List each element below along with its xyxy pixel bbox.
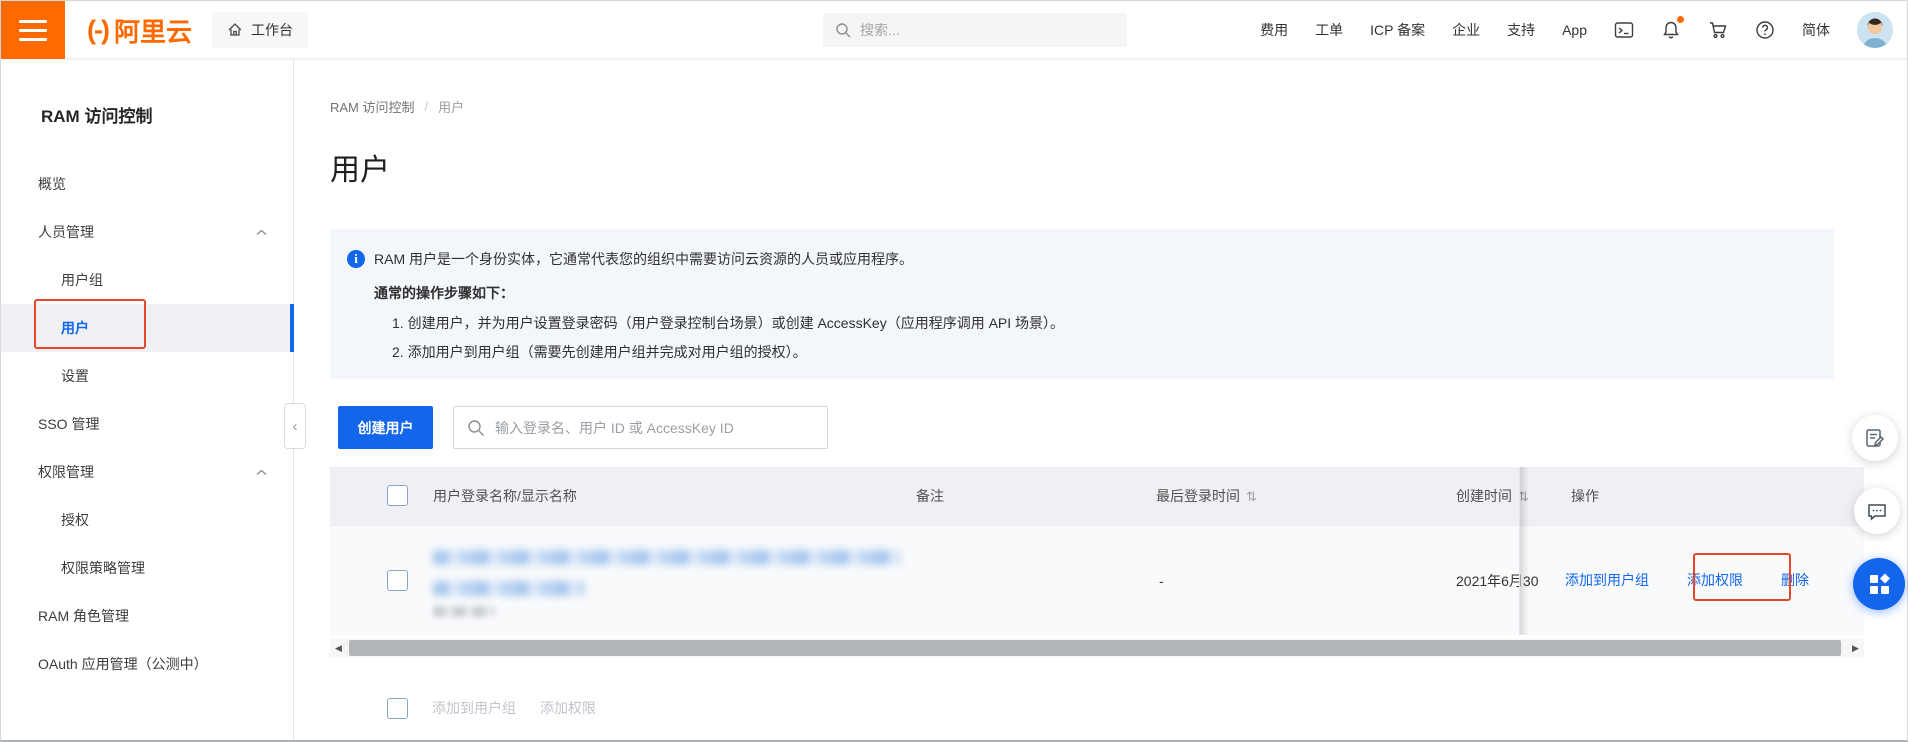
ram-console-users-page: { "navbar": { "brand": "阿里云", "workbench… [0, 0, 1908, 742]
info-banner: i RAM 用户是一个身份实体，它通常代表您的组织中需要访问云资源的人员或应用程… [330, 229, 1834, 379]
nav-link-support[interactable]: 支持 [1507, 20, 1535, 40]
add-to-group-link[interactable]: 添加到用户组 [1565, 570, 1649, 590]
info-icon: i [347, 250, 365, 268]
sidebar-title: RAM 访问控制 [41, 107, 153, 126]
cell-last-login: - [1159, 573, 1164, 589]
user-search-box [453, 406, 828, 449]
sidebar-item-overview[interactable]: 概览 [1, 160, 293, 208]
global-search-input[interactable] [860, 22, 1115, 38]
info-steps-title: 通常的操作步骤如下： [374, 285, 514, 301]
info-step-2: 2. 添加用户到用户组（需要先创建用户组并完成对用户组的授权）。 [392, 344, 807, 360]
sidebar-item-permissions[interactable]: 权限管理 [1, 448, 293, 496]
scroll-left-arrow[interactable]: ◀ [330, 639, 347, 657]
sidebar-item-sso[interactable]: SSO 管理 [1, 400, 293, 448]
chevron-left-icon: ‹ [292, 417, 298, 435]
help-icon[interactable] [1755, 20, 1775, 40]
col-header-created: 创建时间 ⇅ [1456, 467, 1529, 525]
row-checkbox[interactable] [387, 570, 408, 591]
chevron-up-icon [256, 469, 267, 476]
scroll-right-arrow[interactable]: ▶ [1847, 639, 1864, 657]
workbench-button[interactable]: 工作台 [212, 12, 308, 48]
console-widget-button[interactable] [1853, 558, 1905, 610]
nav-link-billing[interactable]: 费用 [1260, 20, 1288, 40]
col-header-last-login: 最后登录时间 ⇅ [1156, 467, 1257, 525]
breadcrumb-current: 用户 [438, 100, 465, 115]
col-header-actions: 操作 [1571, 488, 1599, 504]
batch-add-to-group[interactable]: 添加到用户组 [432, 698, 516, 718]
survey-feedback-button[interactable] [1852, 415, 1898, 461]
search-icon [835, 22, 852, 39]
sidebar-item-users[interactable]: 用户 [1, 304, 294, 352]
notification-dot [1677, 16, 1684, 23]
sidebar-item-grants[interactable]: 授权 [1, 496, 293, 544]
delete-user-link[interactable]: 删除 [1781, 570, 1809, 590]
home-icon [227, 22, 243, 38]
main-content: RAM 访问控制 / 用户 用户 i RAM 用户是一个身份实体，它通常代表您的… [284, 59, 1907, 740]
global-search-box [823, 13, 1127, 47]
chat-bubble-icon [1866, 500, 1888, 522]
sidebar-item-settings[interactable]: 设置 [1, 352, 293, 400]
nav-link-tickets[interactable]: 工单 [1315, 20, 1343, 40]
batch-select-checkbox[interactable] [387, 697, 408, 719]
sort-icon[interactable]: ⇅ [1246, 468, 1257, 526]
aliyun-logo-icon: (-) [87, 14, 110, 45]
cart-icon[interactable] [1708, 20, 1728, 40]
chevron-up-icon [256, 229, 267, 236]
aliyun-logo[interactable]: (-) 阿里云 [87, 1, 192, 59]
search-icon [467, 419, 485, 437]
sidebar-item-policies[interactable]: 权限策略管理 [1, 544, 293, 592]
widget-grid-icon [1867, 572, 1891, 596]
chat-support-button[interactable] [1854, 488, 1900, 534]
table-row: - 2021年6月30 添加到用户组 添加权限 删除 [330, 525, 1864, 635]
workbench-label: 工作台 [251, 22, 293, 38]
aliyun-logo-text: 阿里云 [113, 16, 192, 47]
sidebar-item-ram-roles[interactable]: RAM 角色管理 [1, 592, 293, 640]
sidebar-nav: 概览 人员管理 用户组 用户 设置 SSO 管理 权限管理 授权 权限策略管理 … [1, 160, 294, 688]
nav-link-icp[interactable]: ICP 备案 [1370, 20, 1425, 40]
select-all-checkbox[interactable] [387, 485, 408, 506]
batch-action-bar: 添加到用户组 添加权限 [387, 697, 596, 719]
col-header-login-name: 用户登录名称/显示名称 [433, 488, 577, 504]
info-step-1: 1. 创建用户，并为用户设置登录密码（用户登录控制台场景）或创建 AccessK… [392, 315, 1065, 331]
nav-link-app[interactable]: App [1562, 22, 1587, 38]
add-permissions-link[interactable]: 添加权限 [1687, 570, 1743, 590]
sort-icon[interactable]: ⇅ [1518, 468, 1529, 526]
sidebar-item-identities[interactable]: 人员管理 [1, 208, 293, 256]
batch-add-permissions[interactable]: 添加权限 [540, 698, 596, 718]
user-search-input[interactable] [495, 419, 814, 436]
horizontal-scrollbar: ◀ ▶ [330, 639, 1864, 657]
top-navbar: (-) 阿里云 工作台 费用 工单 ICP 备案 企业 支持 App [1, 1, 1907, 59]
navbar-right-group: 费用 工单 ICP 备案 企业 支持 App 简体 [1260, 1, 1893, 59]
breadcrumb-separator: / [424, 99, 429, 114]
breadcrumb-root[interactable]: RAM 访问控制 [330, 97, 415, 116]
products-menu-button[interactable] [1, 1, 65, 59]
account-avatar[interactable] [1857, 12, 1893, 48]
terminal-icon[interactable] [1614, 20, 1634, 40]
redacted-display-name [433, 606, 495, 617]
col-header-remark: 备注 [916, 488, 944, 504]
sidebar: RAM 访问控制 概览 人员管理 用户组 用户 设置 SSO 管理 权限管理 授… [1, 59, 294, 740]
redacted-login-name[interactable] [433, 550, 901, 565]
row-actions: 添加到用户组 添加权限 删除 [1565, 570, 1809, 590]
redacted-login-name-line2[interactable] [433, 581, 585, 596]
locale-switcher[interactable]: 简体 [1802, 20, 1830, 40]
bell-icon[interactable] [1661, 16, 1684, 40]
sidebar-collapse-toggle[interactable]: ‹ [284, 403, 306, 449]
scrollbar-track[interactable] [347, 639, 1847, 657]
sidebar-item-user-groups[interactable]: 用户组 [1, 256, 293, 304]
cell-created-time: 2021年6月30 [1456, 573, 1539, 589]
scrollbar-thumb[interactable] [349, 640, 1841, 656]
create-user-button[interactable]: 创建用户 [338, 406, 433, 449]
table-header-row: 用户登录名称/显示名称 备注 最后登录时间 ⇅ 创建时间 ⇅ 操作 [330, 467, 1864, 525]
sidebar-item-oauth-apps[interactable]: OAuth 应用管理（公测中） [1, 640, 293, 688]
breadcrumb: RAM 访问控制 / 用户 [330, 97, 464, 116]
survey-icon [1864, 427, 1886, 449]
page-title: 用户 [330, 154, 390, 187]
info-banner-text: RAM 用户是一个身份实体，它通常代表您的组织中需要访问云资源的人员或应用程序。 [374, 251, 913, 267]
nav-link-enterprise[interactable]: 企业 [1452, 20, 1480, 40]
